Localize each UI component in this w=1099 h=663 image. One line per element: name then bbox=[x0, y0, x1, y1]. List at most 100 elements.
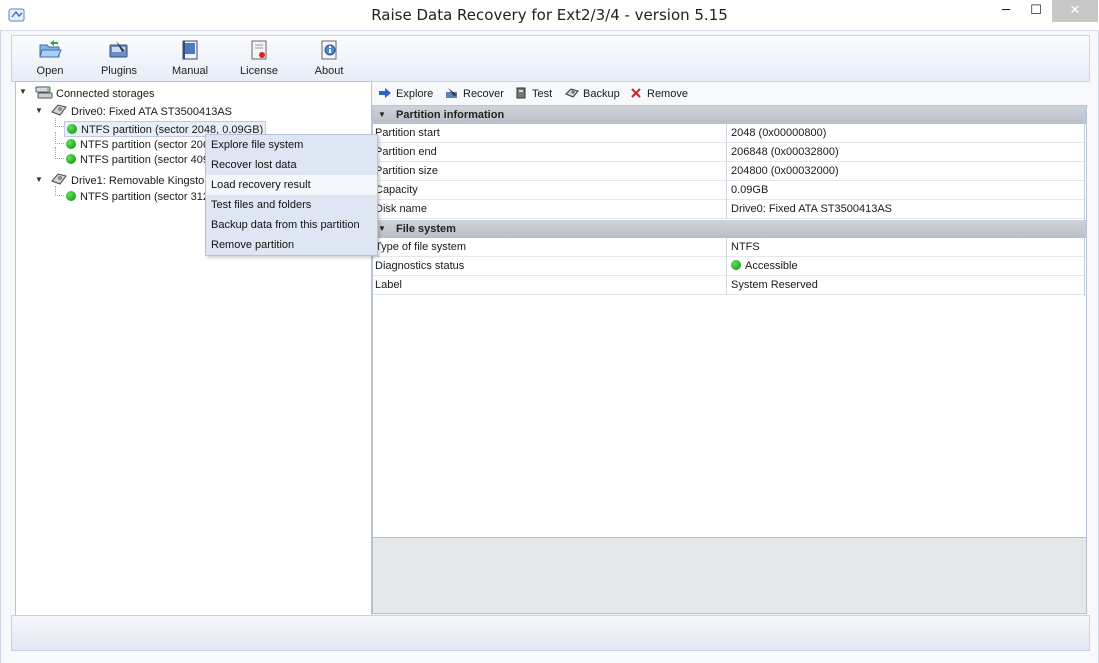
maximize-button[interactable]: ☐ bbox=[1021, 0, 1051, 22]
tree-connector bbox=[55, 147, 64, 159]
license-icon bbox=[247, 39, 271, 61]
prop-value: 2048 (0x00000800) bbox=[731, 127, 827, 139]
backup-label: Backup bbox=[583, 88, 620, 100]
plugins-label: Plugins bbox=[100, 65, 138, 77]
manual-button[interactable]: Manual bbox=[160, 39, 220, 81]
prop-row[interactable]: Label System Reserved bbox=[373, 276, 1085, 295]
drive1-label: Drive1: Removable Kingston bbox=[71, 175, 211, 187]
remove-button[interactable]: Remove bbox=[629, 85, 688, 103]
hard-drive-icon bbox=[51, 104, 67, 116]
tree-partition[interactable]: NTFS partition (sector 409 bbox=[66, 152, 209, 168]
prop-key: Diagnostics status bbox=[375, 257, 727, 276]
recover-label: Recover bbox=[463, 88, 504, 100]
about-label: About bbox=[314, 65, 344, 77]
main-toolbar: Open Plugins Manual License About bbox=[11, 35, 1090, 82]
about-icon bbox=[317, 39, 341, 61]
status-text: Accessible bbox=[745, 260, 798, 272]
tree-drive1[interactable]: Drive1: Removable Kingston bbox=[50, 172, 210, 188]
test-icon bbox=[516, 87, 526, 99]
collapse-arrow-icon[interactable]: ▼ bbox=[35, 175, 43, 184]
test-button[interactable]: Test bbox=[514, 85, 552, 103]
recover-button[interactable]: Recover bbox=[445, 85, 504, 103]
partition-context-menu: Explore file system Recover lost data Lo… bbox=[205, 134, 378, 256]
tree-connector bbox=[55, 132, 64, 144]
prop-key: Partition size bbox=[375, 162, 727, 181]
tree-root[interactable]: Connected storages bbox=[35, 84, 154, 100]
plugins-button[interactable]: Plugins bbox=[89, 39, 149, 81]
window-title: Raise Data Recovery for Ext2/3/4 - versi… bbox=[371, 6, 728, 24]
prop-row[interactable]: Partition size 204800 (0x00032000) bbox=[373, 162, 1085, 181]
status-ok-icon bbox=[66, 191, 76, 201]
tree-connector bbox=[55, 118, 64, 127]
collapse-arrow-icon[interactable]: ▼ bbox=[378, 106, 386, 124]
explore-button[interactable]: Explore bbox=[378, 85, 433, 103]
arrow-right-icon bbox=[379, 88, 391, 98]
prop-value: 206848 (0x00032800) bbox=[731, 146, 839, 158]
menu-explore-file-system[interactable]: Explore file system bbox=[206, 135, 377, 155]
tree-connector bbox=[55, 186, 64, 196]
prop-key: Capacity bbox=[375, 181, 727, 200]
partition-info-header[interactable]: ▼ Partition information bbox=[373, 106, 1086, 124]
tree-partition[interactable]: NTFS partition (sector 312 bbox=[66, 189, 209, 205]
backup-icon bbox=[565, 88, 579, 98]
license-button[interactable]: License bbox=[229, 39, 289, 81]
description-panel bbox=[372, 537, 1087, 614]
menu-recover-lost-data[interactable]: Recover lost data bbox=[206, 155, 377, 175]
grid-edge bbox=[1084, 106, 1085, 296]
prop-key: Disk name bbox=[375, 200, 727, 219]
partition-actions: Explore Recover Test Backup Remove bbox=[373, 83, 1086, 105]
collapse-arrow-icon[interactable]: ▼ bbox=[19, 87, 27, 96]
menu-load-recovery-result[interactable]: Load recovery result bbox=[206, 175, 377, 195]
minimize-button[interactable]: ─ bbox=[991, 0, 1021, 22]
section-title: File system bbox=[396, 223, 456, 235]
hard-drive-icon bbox=[51, 173, 67, 185]
drive0-label: Drive0: Fixed ATA ST3500413AS bbox=[71, 106, 233, 118]
prop-key: Partition start bbox=[375, 124, 727, 143]
backup-button[interactable]: Backup bbox=[565, 85, 620, 103]
tree-partition[interactable]: NTFS partition (sector 206 bbox=[66, 137, 209, 153]
open-label: Open bbox=[36, 65, 64, 77]
prop-row[interactable]: Partition end 206848 (0x00032800) bbox=[373, 143, 1085, 162]
status-ok-icon bbox=[731, 260, 741, 270]
prop-row[interactable]: Diagnostics status Accessible bbox=[373, 257, 1085, 276]
prop-row[interactable]: Capacity 0.09GB bbox=[373, 181, 1085, 200]
about-button[interactable]: About bbox=[299, 39, 359, 81]
storages-icon bbox=[35, 86, 53, 99]
status-ok-icon bbox=[66, 139, 76, 149]
license-label: License bbox=[240, 65, 278, 77]
menu-backup-data[interactable]: Backup data from this partition bbox=[206, 215, 377, 235]
collapse-arrow-icon[interactable]: ▼ bbox=[378, 220, 386, 238]
open-button[interactable]: Open bbox=[20, 39, 80, 81]
menu-test-files-and-folders[interactable]: Test files and folders bbox=[206, 195, 377, 215]
explore-label: Explore bbox=[396, 88, 434, 100]
prop-value: Accessible bbox=[731, 257, 798, 276]
collapse-arrow-icon[interactable]: ▼ bbox=[35, 106, 43, 115]
section-title: Partition information bbox=[396, 109, 505, 121]
prop-value: 204800 (0x00032000) bbox=[731, 165, 839, 177]
file-system-header[interactable]: ▼ File system bbox=[373, 220, 1086, 238]
tree-drive0[interactable]: Drive0: Fixed ATA ST3500413AS bbox=[50, 103, 232, 119]
manual-book-icon bbox=[178, 39, 202, 61]
main-window: Open Plugins Manual License About ▼ Conn… bbox=[0, 31, 1099, 663]
tree-root-label: Connected storages bbox=[56, 88, 155, 100]
prop-value: System Reserved bbox=[731, 279, 818, 291]
prop-value: 0.09GB bbox=[731, 184, 769, 196]
prop-row[interactable]: Type of file system NTFS bbox=[373, 238, 1085, 257]
prop-key: Type of file system bbox=[375, 238, 727, 257]
partition-label: NTFS partition (sector 206 bbox=[80, 139, 209, 151]
prop-value: Drive0: Fixed ATA ST3500413AS bbox=[731, 203, 893, 215]
prop-row[interactable]: Disk name Drive0: Fixed ATA ST3500413AS bbox=[373, 200, 1085, 219]
status-bar bbox=[11, 615, 1090, 651]
remove-label: Remove bbox=[647, 88, 688, 100]
prop-key: Partition end bbox=[375, 143, 727, 162]
properties-grid: ▼ Partition information Partition start … bbox=[372, 105, 1087, 567]
menu-remove-partition[interactable]: Remove partition bbox=[206, 235, 377, 255]
status-ok-icon bbox=[67, 124, 77, 134]
folder-open-icon bbox=[38, 39, 62, 61]
status-ok-icon bbox=[66, 154, 76, 164]
remove-x-icon bbox=[631, 88, 641, 98]
title-bar: Raise Data Recovery for Ext2/3/4 - versi… bbox=[0, 0, 1099, 31]
prop-row[interactable]: Partition start 2048 (0x00000800) bbox=[373, 124, 1085, 143]
close-button[interactable]: ✕ bbox=[1052, 0, 1098, 22]
plugins-icon bbox=[107, 39, 131, 61]
